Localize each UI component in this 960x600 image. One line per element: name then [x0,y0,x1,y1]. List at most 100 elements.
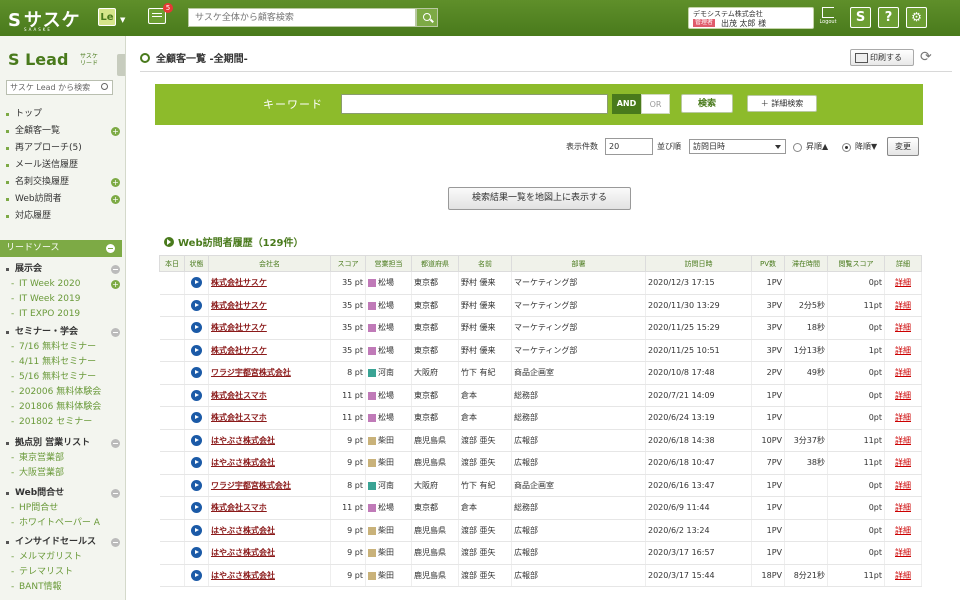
desc-radio[interactable] [842,143,851,152]
col-header[interactable]: 本日 [159,255,185,272]
play-icon[interactable] [191,299,202,311]
company-link[interactable]: はやぶさ株式会社 [211,548,275,557]
group-item[interactable]: テレマリスト [0,565,125,580]
plus-icon[interactable]: + [111,178,120,187]
play-icon[interactable] [191,389,202,401]
col-header[interactable]: 営業担当 [365,255,412,272]
detail-link[interactable]: 詳細 [884,451,922,475]
sidebar-collapse-handle[interactable] [117,54,125,76]
detail-link[interactable]: 詳細 [884,519,922,542]
sidebar-item-top[interactable]: トップ [0,106,125,123]
company-link[interactable]: 株式会社スマホ [211,391,267,400]
sidebar-item-card-exchange[interactable]: 名刺交換履歴 + [0,174,125,191]
detail-link[interactable]: 詳細 [884,294,922,317]
search-button[interactable] [416,8,438,27]
or-toggle[interactable]: OR [641,94,670,114]
col-header[interactable]: 会社名 [208,255,331,272]
table-row[interactable]: ワラジ宇都宮株式会社 8 pt 河南 大阪府 竹下 有紀 商品企画室 2020/10/8 1… [159,361,922,385]
group-item[interactable]: ホワイトペーパー A [0,516,125,531]
group-header[interactable]: 展示会 [0,262,125,277]
app-switcher-button[interactable]: Le [98,8,116,26]
logout-button[interactable]: Logout [818,7,838,31]
detail-link[interactable]: 詳細 [884,541,922,565]
play-icon[interactable] [191,434,202,446]
group-item[interactable]: 202006 無料体験会 [0,385,125,400]
col-header[interactable]: スコア [330,255,366,272]
col-header[interactable]: 都道府県 [411,255,459,272]
company-link[interactable]: 株式会社スマホ [211,413,267,422]
group-item[interactable]: 201806 無料体験会 [0,400,125,415]
table-row[interactable]: はやぶさ株式会社 9 pt 柴田 鹿児島県 渡部 亜矢 広報部 2020/3/17 16:5… [159,541,922,565]
minus-icon[interactable] [111,265,120,274]
table-row[interactable]: 株式会社サスケ 35 pt 松場 東京都 野村 優来 マーケティング部 2020/12/3 … [159,271,922,295]
play-icon[interactable] [191,367,202,379]
play-icon[interactable] [191,569,202,581]
minus-icon[interactable] [111,328,120,337]
detail-link[interactable]: 詳細 [884,429,922,452]
company-link[interactable]: はやぶさ株式会社 [211,571,275,580]
minus-icon[interactable] [111,489,120,498]
detail-link[interactable]: 詳細 [884,406,922,430]
company-link[interactable]: 株式会社スマホ [211,503,267,512]
detail-search-button[interactable]: ＋ 詳細検索 [747,95,817,112]
group-item[interactable]: 7/16 無料セミナー [0,340,125,355]
gear-icon[interactable]: ⚙ [906,7,927,28]
detail-link[interactable]: 詳細 [884,496,922,520]
company-link[interactable]: はやぶさ株式会社 [211,526,275,535]
show-on-map-button[interactable]: 検索結果一覧を地図上に表示する [448,187,631,210]
table-row[interactable]: 株式会社スマホ 11 pt 松場 東京都 倉本 総務部 2020/6/24 13:19 1PV… [159,406,922,430]
group-header[interactable]: 拠点別 営業リスト [0,436,125,451]
detail-link[interactable]: 詳細 [884,564,922,587]
table-row[interactable]: 株式会社サスケ 35 pt 松場 東京都 野村 優来 マーケティング部 2020/11/25… [159,316,922,340]
order-select[interactable]: 訪問日時 [689,139,786,154]
help-icon[interactable]: ? [878,7,899,28]
company-link[interactable]: ワラジ宇都宮株式会社 [211,368,291,377]
play-icon[interactable] [191,412,202,424]
company-link[interactable]: 株式会社サスケ [211,301,267,310]
minus-icon[interactable] [106,244,115,253]
play-icon[interactable] [191,322,202,334]
detail-link[interactable]: 詳細 [884,316,922,340]
col-header[interactable]: 訪問日時 [645,255,752,272]
detail-link[interactable]: 詳細 [884,474,922,497]
print-button[interactable]: 印刷する [850,49,914,66]
chevron-down-icon[interactable]: ▼ [120,16,125,24]
detail-link[interactable]: 詳細 [884,339,922,362]
table-row[interactable]: ワラジ宇都宮株式会社 8 pt 河南 大阪府 竹下 有紀 商品企画室 2020/6/16 1… [159,474,922,497]
plus-icon[interactable]: + [111,195,120,204]
company-link[interactable]: ワラジ宇都宮株式会社 [211,481,291,490]
keyword-input[interactable] [341,94,608,114]
company-link[interactable]: 株式会社サスケ [211,323,267,332]
table-row[interactable]: はやぶさ株式会社 9 pt 柴田 鹿児島県 渡部 亜矢 広報部 2020/6/18 10:4… [159,451,922,475]
col-header[interactable]: 詳細 [884,255,922,272]
play-icon[interactable] [191,524,202,536]
sasuke-menu-button[interactable]: S [850,7,871,28]
group-header[interactable]: インサイドセールス [0,535,125,550]
group-item[interactable]: 東京営業部 [0,451,125,466]
and-toggle[interactable]: AND [612,94,641,114]
global-search-input[interactable] [188,8,416,27]
plus-icon[interactable]: + [111,127,120,136]
search-icon[interactable] [101,83,108,90]
detail-link[interactable]: 詳細 [884,271,922,295]
group-item[interactable]: IT Week 2019 [0,292,125,307]
asc-radio[interactable] [793,143,802,152]
group-item[interactable]: HP問合せ [0,501,125,516]
table-row[interactable]: はやぶさ株式会社 9 pt 柴田 鹿児島県 渡部 亜矢 広報部 2020/6/2 13:24… [159,519,922,542]
lead-source-section[interactable]: リードソース [0,240,122,257]
lead-search-input[interactable]: サスケ Lead から検索 [6,80,113,95]
play-icon[interactable] [191,344,202,356]
col-header[interactable]: 滞在時間 [784,255,828,272]
company-link[interactable]: 株式会社サスケ [211,346,267,355]
col-header[interactable]: 状態 [184,255,209,272]
minus-icon[interactable] [111,439,120,448]
play-icon[interactable] [191,502,202,514]
table-row[interactable]: はやぶさ株式会社 9 pt 柴田 鹿児島県 渡部 亜矢 広報部 2020/6/18 14:3… [159,429,922,452]
group-item[interactable]: BANT情報 [0,580,125,595]
table-row[interactable]: はやぶさ株式会社 9 pt 柴田 鹿児島県 渡部 亜矢 広報部 2020/3/17 15:4… [159,564,922,587]
table-row[interactable]: 株式会社サスケ 35 pt 松場 東京都 野村 優来 マーケティング部 2020/11/30… [159,294,922,317]
group-item[interactable]: 201802 セミナー [0,415,125,430]
refresh-icon[interactable]: ⟳ [920,49,936,65]
sidebar-item-all-customers[interactable]: 全顧客一覧 + [0,123,125,140]
change-button[interactable]: 変更 [887,137,919,156]
